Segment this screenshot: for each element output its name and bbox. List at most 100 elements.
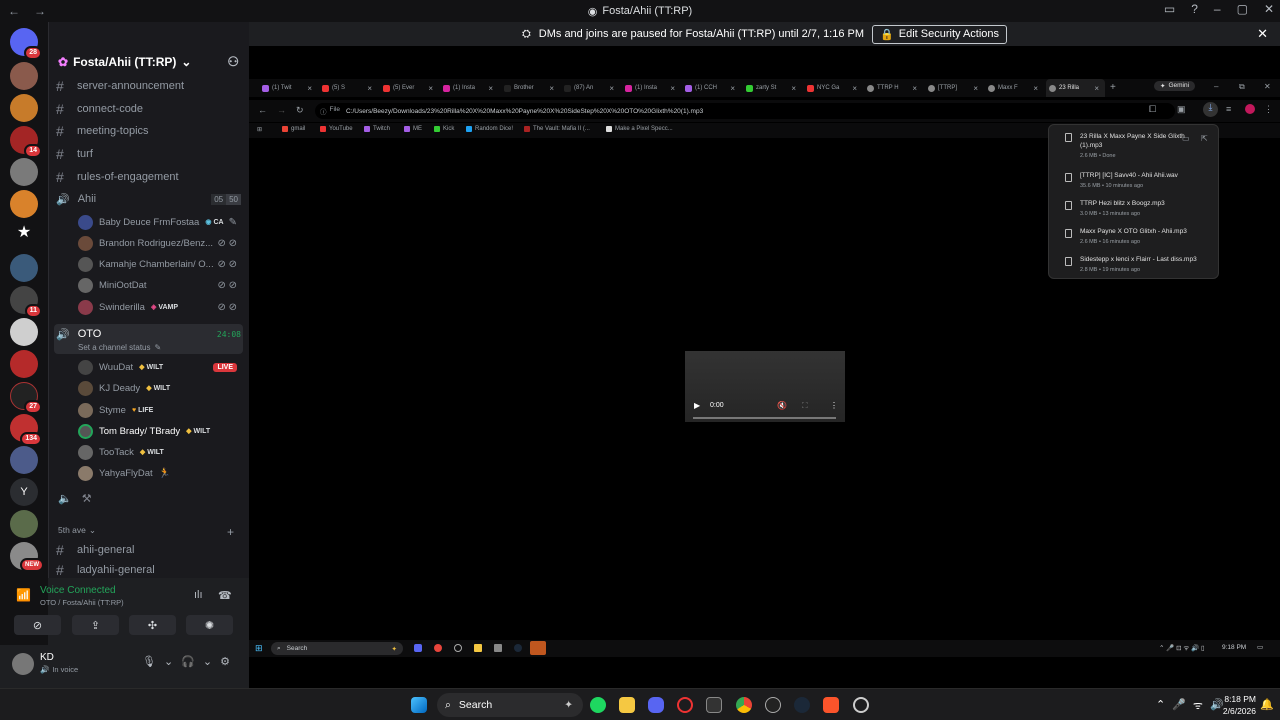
channel-item[interactable]: # rules-of-engagement: [56, 166, 179, 188]
server-icon[interactable]: 27: [10, 382, 42, 414]
channel-item[interactable]: # connect-code: [56, 98, 143, 120]
bookmark[interactable]: gmail: [282, 126, 305, 132]
chevron-down-icon[interactable]: ⌄: [164, 655, 173, 668]
browser-tab[interactable]: (87) An ×: [561, 79, 620, 97]
discord-icon[interactable]: [648, 697, 664, 713]
brave-icon[interactable]: [823, 697, 839, 713]
reload-icon[interactable]: ↻: [296, 105, 304, 116]
voice-user[interactable]: Swinderilla ◈ VAMP ⊘ ⊘: [78, 297, 243, 317]
close-tab-icon[interactable]: ×: [1033, 84, 1038, 93]
server-icon[interactable]: [10, 94, 38, 122]
play-icon[interactable]: ▶: [694, 401, 700, 410]
server-icon[interactable]: [10, 510, 38, 538]
volume-icon[interactable]: 🔊: [1210, 698, 1224, 713]
forward-arrow-icon[interactable]: →: [277, 105, 286, 115]
bookmark[interactable]: The Vault: Mafia II (...: [524, 126, 590, 132]
close-tab-icon[interactable]: ×: [912, 84, 917, 93]
bookmark[interactable]: Make a Pixel Specc...: [606, 126, 673, 132]
close-tab-icon[interactable]: ×: [670, 84, 675, 93]
mute-icon[interactable]: 🔇: [777, 401, 787, 410]
disconnect-icon[interactable]: ☎: [218, 589, 232, 602]
channel-item[interactable]: # ladyahii-general: [56, 562, 155, 578]
bookmark[interactable]: Twitch: [364, 126, 390, 132]
audio-player[interactable]: ▶ 0:00 🔇 ⛶ ⋮: [685, 351, 845, 422]
browser-tab[interactable]: NYC Ga ×: [804, 79, 863, 97]
minimize-button[interactable]: –: [1214, 2, 1221, 16]
download-item[interactable]: [TTRP] [IC] Savv40 - Ahii Ahii.wav 35.6 M…: [1057, 171, 1217, 191]
back-arrow-icon[interactable]: ←: [258, 105, 267, 115]
progress-bar[interactable]: [693, 417, 836, 419]
close-tab-icon[interactable]: ×: [1094, 84, 1099, 93]
discord-icon[interactable]: [414, 644, 422, 652]
taskbar-clock[interactable]: 8:18 PM 2/6/2026: [1223, 693, 1256, 717]
noise-suppression-icon[interactable]: ılı: [194, 589, 203, 601]
channel-item[interactable]: # meeting-topics: [56, 120, 149, 142]
new-tab-icon[interactable]: +: [1110, 82, 1116, 93]
server-icon[interactable]: 11: [10, 286, 42, 318]
channel-item[interactable]: # server-announcement: [56, 75, 184, 97]
screen-share-button[interactable]: ⇪: [72, 615, 119, 635]
chevron-down-icon[interactable]: ⌄: [203, 655, 212, 668]
file-chip[interactable]: ⓘ File: [320, 106, 340, 116]
chrome-icon[interactable]: [434, 644, 442, 652]
avatar[interactable]: [12, 653, 34, 675]
server-icon[interactable]: [10, 190, 38, 218]
close-tab-icon[interactable]: ×: [609, 84, 614, 93]
server-icon[interactable]: NEW: [10, 542, 44, 572]
close-tab-icon[interactable]: ×: [488, 84, 493, 93]
channel-item[interactable]: # ahii-general: [56, 539, 134, 561]
voice-user[interactable]: TooTack ◆ WILT: [78, 442, 243, 462]
spotify-icon[interactable]: [590, 697, 606, 713]
sidepanel-icon[interactable]: ▣: [1177, 104, 1186, 115]
app-icon[interactable]: [765, 697, 781, 713]
chevron-up-icon[interactable]: ⌃: [1156, 698, 1165, 713]
chrome-icon[interactable]: [736, 697, 752, 713]
close-tab-icon[interactable]: ×: [852, 84, 857, 93]
microphone-icon[interactable]: 🎤: [1172, 698, 1186, 713]
close-tab-icon[interactable]: ×: [367, 84, 372, 93]
fullscreen-icon[interactable]: ⛶: [802, 401, 808, 411]
voice-user[interactable]: Kamahje Chamberlain/ O... ⊘ ⊘: [78, 254, 243, 274]
browser-tab[interactable]: [TTRP] ×: [925, 79, 984, 97]
voice-user[interactable]: WuuDat ◆ WILT LIVE: [78, 357, 243, 377]
close-tab-icon[interactable]: ×: [791, 84, 796, 93]
help-icon[interactable]: ?: [1191, 2, 1198, 16]
add-channel-icon[interactable]: +: [227, 525, 234, 539]
gemini-button[interactable]: ✦ Gemini: [1154, 81, 1196, 91]
epic-games-icon[interactable]: [706, 697, 722, 713]
close-tab-icon[interactable]: ×: [973, 84, 978, 93]
browser-tab[interactable]: (1) Insta ×: [440, 79, 499, 97]
voice-user[interactable]: Baby Deuce FrmFostaa ◉ CA ✎: [78, 212, 243, 232]
app-icon[interactable]: [677, 697, 693, 713]
obs-icon[interactable]: [853, 697, 869, 713]
user-name[interactable]: KD: [40, 652, 54, 663]
bookmark[interactable]: YouTube: [320, 126, 353, 132]
search-box[interactable]: ⌕ Search ✦: [271, 642, 403, 655]
bookmark[interactable]: Kick: [434, 126, 454, 132]
download-item[interactable]: Sidestepp x lenci x Flairr - Last diss.m…: [1057, 255, 1217, 275]
download-item[interactable]: 23 Rilla X Maxx Payne X Side Glixth (1).…: [1057, 132, 1217, 161]
back-arrow-icon[interactable]: ←: [8, 4, 20, 18]
app-icon[interactable]: [494, 644, 502, 652]
star-icon[interactable]: ★: [10, 222, 38, 250]
browser-tab-active[interactable]: 23 Rilla ×: [1046, 79, 1105, 97]
server-icon[interactable]: [10, 350, 38, 378]
active-app-icon[interactable]: [530, 641, 546, 655]
voice-connected-label[interactable]: Voice Connected: [40, 585, 116, 596]
close-button[interactable]: ✕: [1264, 82, 1271, 91]
voice-channel-ahii[interactable]: 🔊 Ahii 05 50: [56, 188, 241, 210]
camera-off-button[interactable]: ⊘: [14, 615, 61, 635]
apps-icon[interactable]: ⊞: [257, 126, 262, 133]
server-icon[interactable]: [10, 318, 38, 346]
server-icon[interactable]: Y: [10, 478, 38, 506]
file-explorer-icon[interactable]: [619, 697, 635, 713]
address-bar[interactable]: ⓘ File C:/Users/Beezy/Downloads/23%20Rill…: [315, 103, 1175, 119]
browser-tab[interactable]: (5) Ever ×: [380, 79, 439, 97]
server-icon[interactable]: [10, 62, 38, 90]
menu-icon[interactable]: ⋮: [1264, 104, 1273, 115]
wifi-icon[interactable]: ᯤ: [1193, 698, 1203, 713]
more-options-icon[interactable]: ⋮: [830, 401, 838, 410]
inbox-icon[interactable]: ▭: [1164, 2, 1175, 16]
browser-tab[interactable]: (5) S ×: [319, 79, 378, 97]
close-tab-icon[interactable]: ×: [730, 84, 735, 93]
